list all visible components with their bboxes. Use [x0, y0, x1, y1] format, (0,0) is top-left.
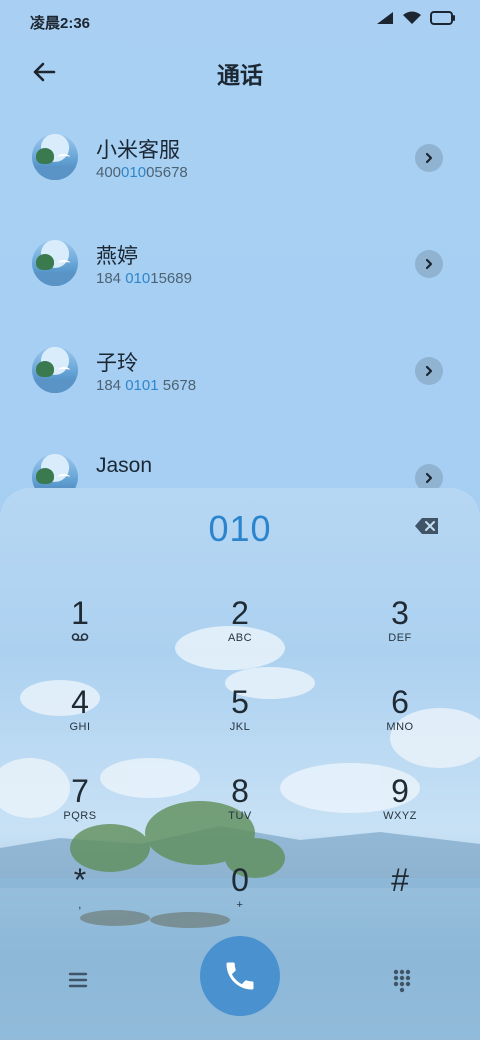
status-time: 凌晨2:36: [30, 15, 91, 32]
contact-name: 燕婷: [96, 245, 138, 268]
contact-number: 40001005678: [96, 164, 188, 181]
dial-key-9[interactable]: 9 WXYZ: [340, 774, 460, 854]
dialer-panel: 010 1 2 ABC 3 DEF 4 GHI 5 JKL 6 MNO 7 PQ…: [0, 488, 480, 1040]
contact-row[interactable]: 燕婷 184 01015689: [0, 210, 480, 316]
backspace-icon[interactable]: [414, 516, 440, 536]
dial-key-0[interactable]: 0 +: [180, 863, 300, 943]
dial-key-hash[interactable]: #: [340, 863, 460, 943]
dialed-number: 010: [208, 508, 272, 549]
dial-key-8[interactable]: 8 TUV: [180, 774, 300, 854]
status-bar: 凌晨2:36: [0, 0, 480, 40]
phone-icon: [226, 962, 254, 990]
contact-name: 小米客服: [96, 139, 180, 162]
menu-icon[interactable]: [62, 966, 94, 994]
dial-key-7[interactable]: 7 PQRS: [20, 774, 140, 854]
wifi-icon: [403, 11, 421, 24]
avatar: [32, 240, 78, 286]
battery-icon: [430, 11, 455, 25]
status-icons: [376, 11, 456, 25]
contact-name: 子玲: [96, 352, 138, 375]
contact-row[interactable]: 子玲 184 0101 5678: [0, 317, 480, 423]
contact-row[interactable]: 小米客服 40001005678: [0, 104, 480, 210]
dial-key-2[interactable]: 2 ABC: [180, 596, 300, 676]
dial-key-4[interactable]: 4 GHI: [20, 685, 140, 765]
dial-key-3[interactable]: 3 DEF: [340, 596, 460, 676]
voicemail-icon: [20, 632, 140, 645]
contact-number: 184 01015689: [96, 270, 192, 287]
avatar: [32, 347, 78, 393]
dialpad-icon[interactable]: [386, 964, 418, 996]
signal-icon: [377, 12, 393, 24]
chevron-right-icon[interactable]: [415, 357, 443, 385]
chevron-right-icon[interactable]: [415, 250, 443, 278]
call-button[interactable]: [200, 936, 280, 1016]
page-title: 通话: [217, 62, 263, 88]
chevron-right-icon[interactable]: [415, 144, 443, 172]
avatar: [32, 134, 78, 180]
header: 通话: [0, 48, 480, 94]
dial-key-5[interactable]: 5 JKL: [180, 685, 300, 765]
dial-key-6[interactable]: 6 MNO: [340, 685, 460, 765]
dial-key-1[interactable]: 1: [20, 596, 140, 676]
contact-name: Jason: [96, 454, 153, 477]
contact-number: 184 0101 5678: [96, 377, 197, 394]
dial-key-star[interactable]: * ,: [20, 863, 140, 943]
dialer-bottom-bar: [0, 936, 480, 1016]
